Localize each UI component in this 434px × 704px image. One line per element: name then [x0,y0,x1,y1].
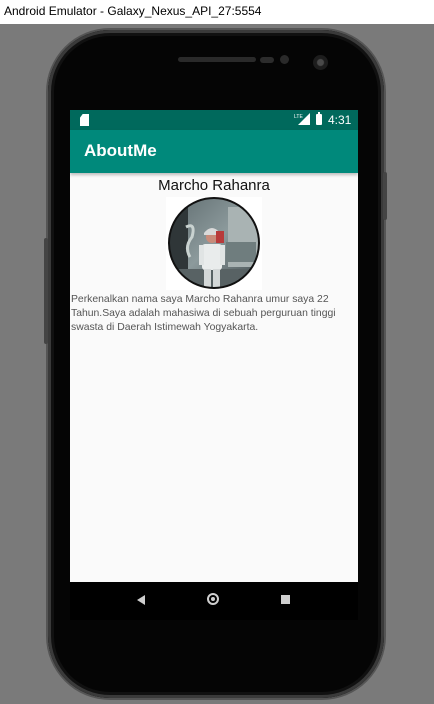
profile-photo [168,197,260,289]
status-time: 4:31 [328,113,352,127]
front-camera [313,55,328,70]
phone-speaker [178,57,256,62]
svg-text:LTE: LTE [294,114,303,120]
app-title: AboutMe [84,141,157,160]
volume-button[interactable] [44,238,48,344]
battery-icon [316,112,322,125]
phone-sensor [260,57,274,63]
sd-card-icon [80,114,89,126]
back-icon[interactable] [137,595,145,605]
emulator-window-title: Android Emulator - Galaxy_Nexus_API_27:5… [0,0,434,24]
profile-name: Marcho Rahanra [158,177,270,194]
navigation-bar [70,582,358,620]
profile-avatar [166,197,262,290]
device-screen: LTE 4:31 AboutMe Marcho Rahanra Perkenal… [70,110,358,582]
status-bar: LTE 4:31 [70,110,358,130]
profile-bio: Perkenalkan nama saya Marcho Rahanra umu… [71,294,336,333]
power-button[interactable] [383,172,387,220]
app-bar: AboutMe [70,130,358,173]
home-icon[interactable] [207,593,219,605]
phone-sensor-dot [280,55,289,64]
recent-apps-icon[interactable] [281,595,290,604]
lte-signal-icon: LTE [294,113,310,125]
